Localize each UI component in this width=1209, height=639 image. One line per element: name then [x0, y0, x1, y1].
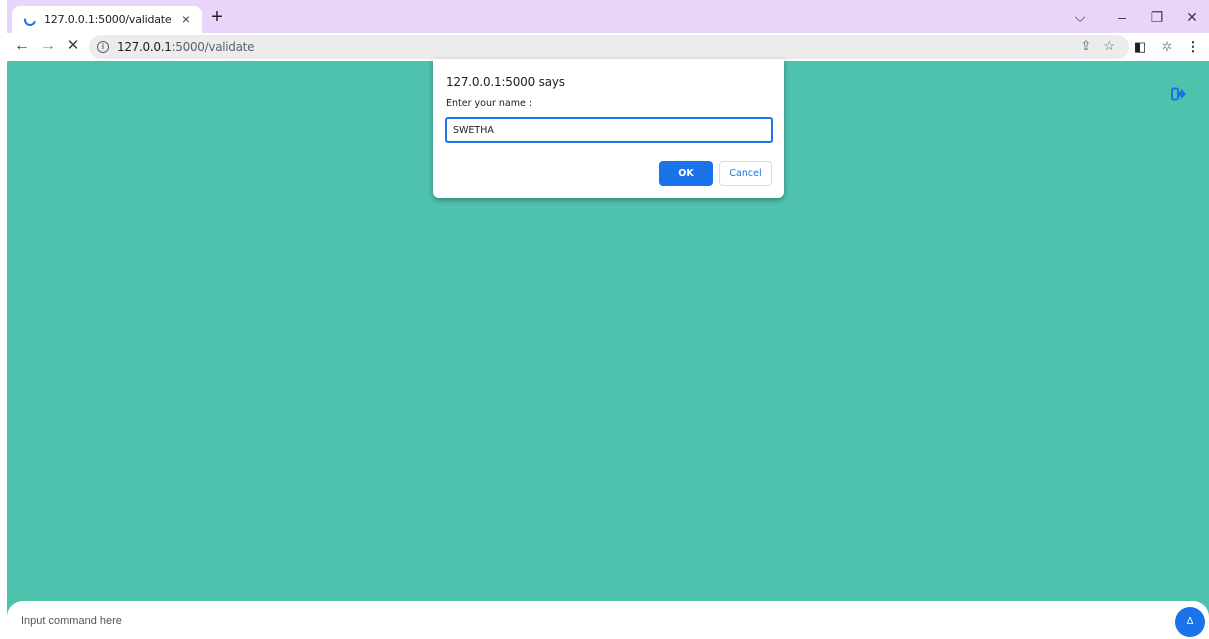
loading-spinner-icon: [21, 11, 39, 28]
site-info-icon[interactable]: i: [97, 41, 109, 53]
sign-out-icon[interactable]: [1171, 87, 1187, 101]
stop-loading-icon[interactable]: ✕: [63, 36, 83, 56]
ok-button[interactable]: OK: [659, 161, 713, 186]
url-text: 127.0.0.1:5000/validate: [117, 40, 254, 54]
tab-validate[interactable]: 127.0.0.1:5000/validate ×: [12, 6, 202, 33]
window-close-icon[interactable]: ✕: [1182, 9, 1202, 25]
prompt-dialog: 127.0.0.1:5000 says Enter your name : OK…: [433, 59, 784, 198]
tab-close-icon[interactable]: ×: [178, 11, 194, 27]
command-bar: ∆: [7, 601, 1209, 639]
name-input[interactable]: [445, 117, 773, 143]
side-panel-icon[interactable]: ◧: [1131, 38, 1149, 56]
back-arrow-icon[interactable]: ←: [12, 36, 32, 56]
url-host: 127.0.0.1: [117, 40, 172, 54]
new-tab-plus-icon[interactable]: +: [207, 7, 227, 28]
tab-strip: 127.0.0.1:5000/validate × + ⌵ – ❐ ✕: [0, 0, 1209, 33]
window-edge: [0, 0, 7, 33]
browser-toolbar: ← → ✕ i 127.0.0.1:5000/validate ⇪ ☆ ◧ ✲ …: [0, 33, 1209, 61]
bookmark-star-icon[interactable]: ☆: [1103, 38, 1115, 54]
minimize-icon[interactable]: –: [1112, 9, 1132, 25]
send-command-button[interactable]: ∆: [1175, 607, 1205, 637]
restore-icon[interactable]: ❐: [1147, 9, 1167, 25]
dialog-message: Enter your name :: [446, 98, 533, 109]
tab-title: 127.0.0.1:5000/validate: [44, 13, 172, 26]
forward-arrow-icon[interactable]: →: [38, 36, 58, 56]
command-input[interactable]: [21, 611, 1121, 631]
browser-menu-icon[interactable]: ⋮: [1184, 38, 1202, 56]
url-path: :5000/validate: [171, 40, 255, 54]
cancel-button[interactable]: Cancel: [719, 161, 772, 186]
tab-search-chevron-icon[interactable]: ⌵: [1070, 9, 1090, 25]
address-bar[interactable]: i 127.0.0.1:5000/validate ⇪ ☆: [89, 35, 1129, 59]
dialog-title: 127.0.0.1:5000 says: [446, 75, 565, 89]
share-icon[interactable]: ⇪: [1080, 38, 1091, 54]
extension-icon[interactable]: ✲: [1158, 38, 1176, 56]
